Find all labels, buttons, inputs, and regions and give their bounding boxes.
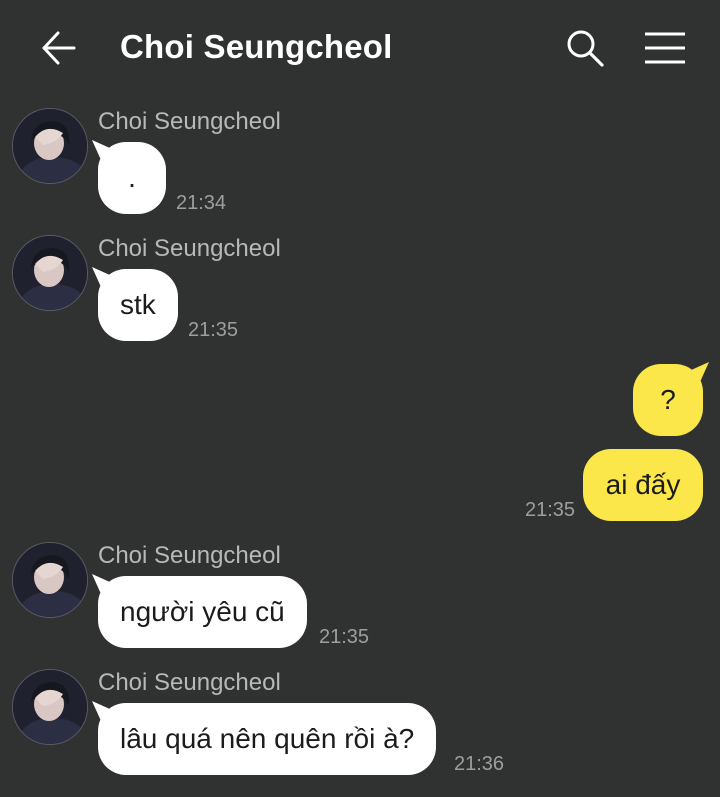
message-bubble[interactable]: .	[98, 142, 166, 214]
chat-screen: Choi Seungcheol Choi Seungcheol . 21:34 …	[0, 0, 720, 797]
search-icon	[567, 30, 604, 67]
message-incoming: Choi Seungcheol lâu quá nên quên rồi à? …	[0, 669, 720, 779]
message-outgoing: ?	[0, 364, 720, 436]
search-button[interactable]	[563, 26, 607, 70]
sender-name: Choi Seungcheol	[98, 669, 281, 696]
message-bubble[interactable]: người yêu cũ	[98, 576, 307, 648]
message-bubble[interactable]: ai đấy	[583, 449, 703, 521]
profile-photo-icon	[13, 543, 87, 617]
sender-name: Choi Seungcheol	[98, 235, 281, 262]
message-outgoing: 21:35 ai đấy	[0, 449, 720, 521]
sender-name: Choi Seungcheol	[98, 542, 281, 569]
avatar[interactable]	[12, 108, 88, 184]
message-bubble[interactable]: lâu quá nên quên rồi à?	[98, 703, 437, 775]
sender-name: Choi Seungcheol	[98, 108, 281, 135]
avatar[interactable]	[12, 542, 88, 618]
message-time: 21:35	[319, 626, 370, 648]
avatar[interactable]	[12, 669, 88, 745]
profile-photo-icon	[13, 670, 87, 744]
message-time: 21:34	[176, 192, 227, 214]
menu-button[interactable]	[640, 26, 690, 70]
chat-header: Choi Seungcheol	[0, 0, 720, 95]
message-incoming: Choi Seungcheol người yêu cũ 21:35	[0, 542, 720, 652]
avatar[interactable]	[12, 235, 88, 311]
profile-photo-icon	[13, 236, 87, 310]
chat-title: Choi Seungcheol	[120, 28, 393, 65]
message-bubble[interactable]: ?	[633, 364, 703, 436]
message-bubble[interactable]: stk	[98, 269, 178, 341]
back-button[interactable]	[36, 26, 80, 70]
message-time: 21:36	[454, 753, 505, 775]
message-incoming: Choi Seungcheol . 21:34	[0, 108, 720, 218]
hamburger-menu-icon	[645, 32, 685, 64]
message-incoming: Choi Seungcheol stk 21:35	[0, 235, 720, 345]
message-time: 21:35	[188, 319, 239, 341]
arrow-left-icon	[42, 31, 76, 65]
profile-photo-icon	[13, 109, 87, 183]
message-time: 21:35	[525, 499, 576, 521]
